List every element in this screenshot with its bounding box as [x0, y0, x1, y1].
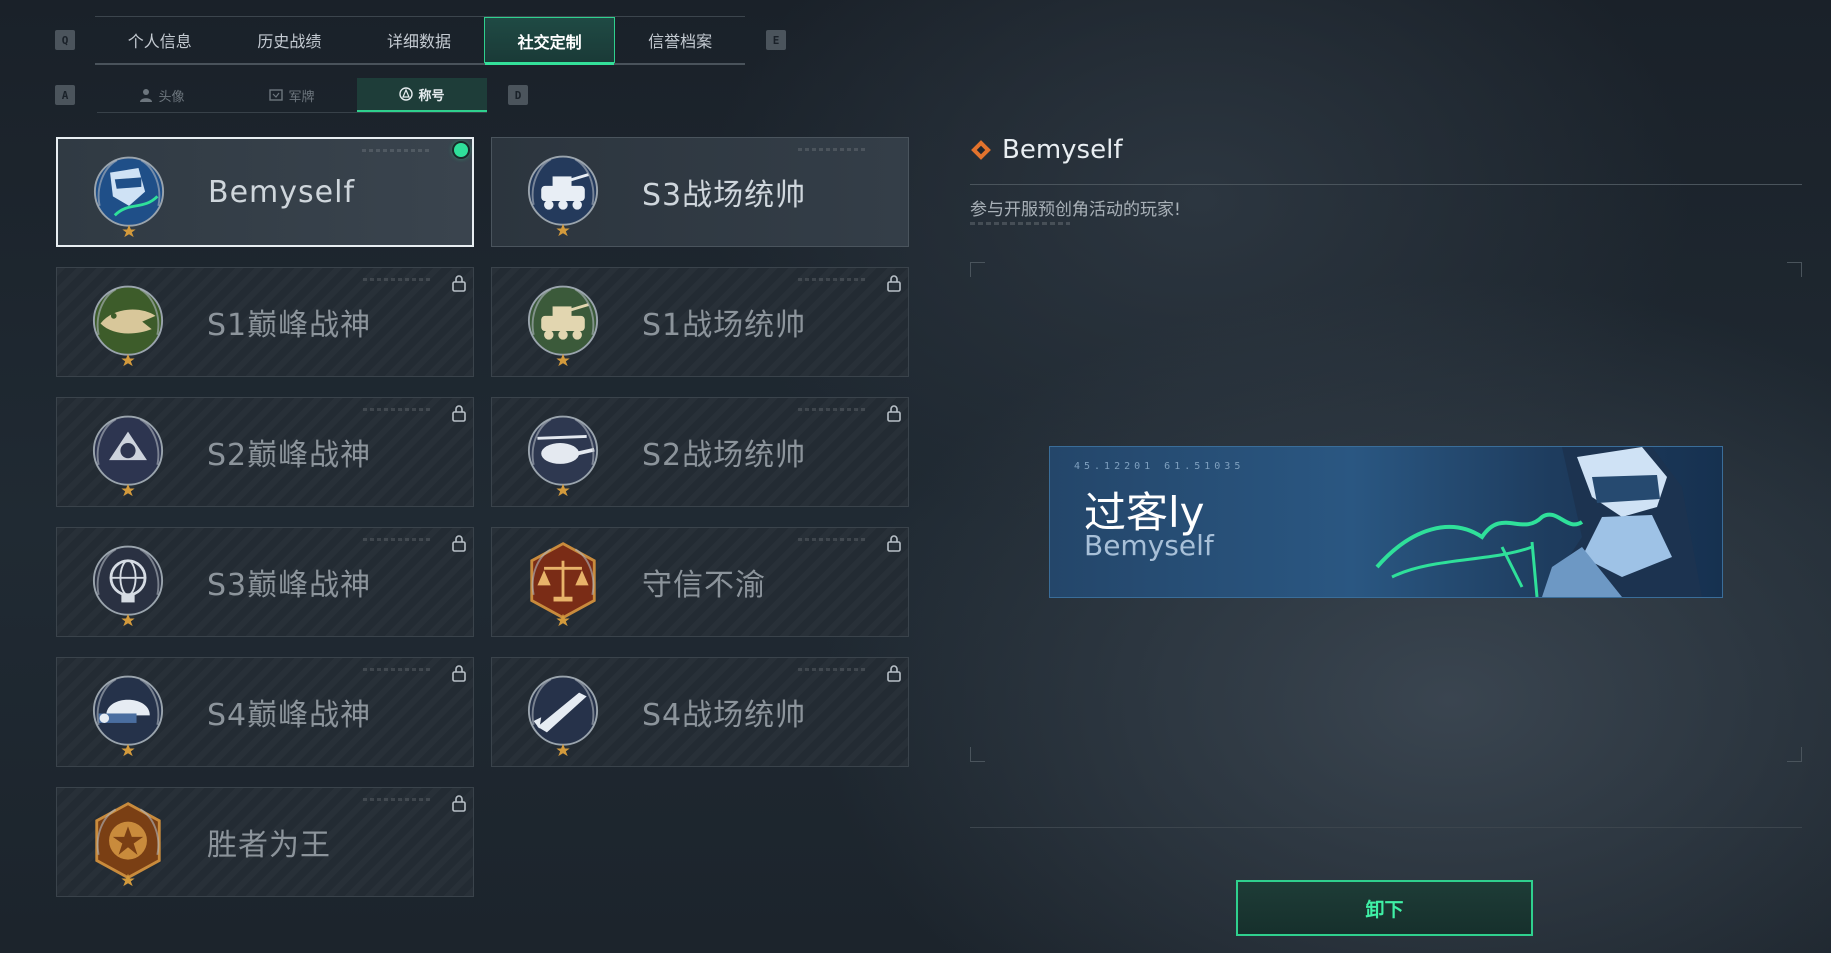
- subtab-2[interactable]: 称号: [357, 78, 487, 112]
- card-deco: [798, 668, 868, 671]
- title-card-name: S1战场统帅: [642, 308, 807, 343]
- tank-medal-icon: [518, 278, 608, 368]
- scales-medal-icon: [518, 538, 608, 628]
- title-card[interactable]: S2巅峰战神: [56, 397, 474, 507]
- subtab-label: 军牌: [288, 89, 315, 105]
- title-card[interactable]: 胜者为王: [56, 787, 474, 897]
- title-card[interactable]: S3巅峰战神: [56, 527, 474, 637]
- card-deco: [798, 408, 868, 411]
- frame-corner: [970, 747, 985, 762]
- title-card[interactable]: 守信不渝: [491, 527, 909, 637]
- key-hint-next-subtab: D: [508, 85, 528, 105]
- title-card-name: S4巅峰战神: [207, 698, 372, 733]
- lock-icon: [886, 664, 902, 682]
- title-card[interactable]: Bemyself: [56, 137, 474, 247]
- card-deco: [798, 148, 868, 151]
- armored-vehicle-medal-icon: [518, 148, 608, 238]
- star-medal-icon: [83, 798, 173, 888]
- subtab-0[interactable]: 头像: [97, 78, 227, 112]
- title-card[interactable]: S4战场统帅: [491, 657, 909, 767]
- soldier-signature-medal-icon: [84, 149, 174, 239]
- lock-icon: [886, 534, 902, 552]
- person-icon: [139, 88, 153, 102]
- subtab-1[interactable]: 军牌: [227, 78, 357, 112]
- title-card-name: S4战场统帅: [642, 698, 807, 733]
- main-tabs: 个人信息 历史战绩 详细数据 社交定制 信誉档案: [95, 16, 745, 65]
- equipped-indicator-icon: [454, 143, 468, 157]
- missile-medal-icon: [518, 668, 608, 758]
- card-deco: [363, 278, 433, 281]
- title-card[interactable]: S4巅峰战神: [56, 657, 474, 767]
- helicopter-medal-icon: [518, 408, 608, 498]
- banner-title-name: Bemyself: [1084, 529, 1214, 562]
- title-card[interactable]: S1战场统帅: [491, 267, 909, 377]
- title-preview-banner: 45.12201 61.51035 过客ly Bemyself: [1049, 446, 1723, 598]
- card-deco: [363, 798, 433, 801]
- selected-title-header: Bemyself: [970, 135, 1122, 165]
- tab-0[interactable]: 个人信息: [95, 17, 225, 63]
- detail-divider: [970, 184, 1802, 185]
- frame-corner: [970, 262, 985, 277]
- tab-2[interactable]: 详细数据: [354, 17, 484, 63]
- helmet-medal-icon: [83, 668, 173, 758]
- selected-title-name: Bemyself: [1002, 135, 1123, 165]
- unequip-button[interactable]: 卸下: [1236, 880, 1533, 936]
- title-card[interactable]: S2战场统帅: [491, 397, 909, 507]
- title-card-name: 胜者为王: [207, 828, 331, 863]
- card-deco: [362, 149, 432, 152]
- frame-corner: [1787, 747, 1802, 762]
- title-diamond-icon: [971, 140, 991, 160]
- lock-icon: [886, 274, 902, 292]
- title-card[interactable]: S1巅峰战神: [56, 267, 474, 377]
- title-card-name: S3战场统帅: [642, 178, 807, 213]
- lock-icon: [451, 534, 467, 552]
- title-card[interactable]: S3战场统帅: [491, 137, 909, 247]
- pyramid-medal-icon: [83, 408, 173, 498]
- card-deco: [363, 668, 433, 671]
- title-card-name: S2巅峰战神: [207, 438, 372, 473]
- title-card-name: S1巅峰战神: [207, 308, 372, 343]
- sub-tabs: 头像 军牌 称号: [97, 78, 487, 113]
- banner-coordinates: 45.12201 61.51035: [1074, 461, 1245, 472]
- frame-corner: [1787, 262, 1802, 277]
- tab-3[interactable]: 社交定制: [483, 17, 616, 65]
- key-hint-prev-subtab: A: [55, 85, 75, 105]
- globe-medal-icon: [83, 538, 173, 628]
- card-deco: [363, 538, 433, 541]
- card-deco: [798, 278, 868, 281]
- soldier-signature-art-icon: [1375, 447, 1722, 597]
- description-deco: [970, 222, 1070, 225]
- lock-icon: [886, 404, 902, 422]
- lock-icon: [451, 794, 467, 812]
- tab-1[interactable]: 历史战绩: [225, 17, 355, 63]
- lock-icon: [451, 274, 467, 292]
- crocodile-medal-icon: [83, 278, 173, 368]
- card-deco: [798, 538, 868, 541]
- key-hint-prev-tab: Q: [55, 30, 75, 50]
- tab-4[interactable]: 信誉档案: [615, 17, 745, 63]
- detail-bottom-divider: [970, 827, 1802, 828]
- title-card-name: S3巅峰战神: [207, 568, 372, 603]
- subtab-label: 称号: [418, 88, 445, 104]
- subtab-label: 头像: [158, 89, 185, 105]
- key-hint-next-tab: E: [766, 30, 786, 50]
- lock-icon: [451, 664, 467, 682]
- title-badge-icon: [399, 87, 414, 101]
- card-deco: [363, 408, 433, 411]
- lock-icon: [451, 404, 467, 422]
- title-card-name: S2战场统帅: [642, 438, 807, 473]
- selected-title-description: 参与开服预创角活动的玩家!: [970, 200, 1181, 220]
- title-card-name: 守信不渝: [642, 568, 766, 603]
- title-card-name: Bemyself: [208, 174, 355, 210]
- dogtag-icon: [269, 88, 284, 102]
